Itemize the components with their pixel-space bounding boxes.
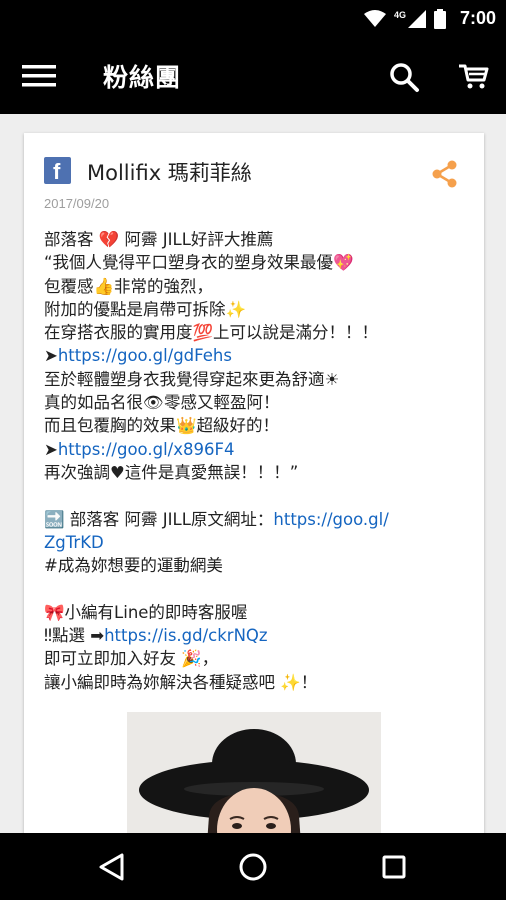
post-line: 真的如品名很👁零感又輕盈阿！ <box>44 393 280 413</box>
app-toolbar: 粉絲團 <box>0 37 506 114</box>
post-line: 再次強調♥這件是真愛無誤！！！” <box>44 462 299 482</box>
post-line: 🎀小編有Line的即時客服喔 <box>44 602 248 622</box>
clock: 7:00 <box>459 8 496 28</box>
post-line: 而且包覆胸的效果👑超級好的！ <box>44 416 280 436</box>
post-line: #成為妳想要的運動網美 <box>44 556 223 576</box>
facebook-icon: f <box>44 157 71 184</box>
post-link[interactable]: https://goo.gl/x896F4 <box>58 440 235 459</box>
post-link[interactable]: ZgTrKD <box>44 533 104 552</box>
post-line: 讓小編即時為妳解決各種疑惑吧 ✨！ <box>44 672 318 692</box>
search-icon[interactable] <box>388 61 420 93</box>
post-link-line: ‼點選 ➡https://is.gd/ckrNQz <box>44 626 268 646</box>
post-link[interactable]: https://goo.gl/ <box>273 510 388 529</box>
post-link-line: 🔜 部落客 阿霽 JILL原文網址：https://goo.gl/ <box>44 509 389 529</box>
post-line: 至於輕體塑身衣我覺得穿起來更為舒適☀ <box>44 369 340 389</box>
network-type-label: 4G <box>393 9 406 20</box>
post-link-line: ➤https://goo.gl/gdFehs <box>44 346 232 366</box>
post-link[interactable]: https://is.gd/ckrNQz <box>104 626 267 645</box>
post-line: 即可立即加入好友 🎉， <box>44 649 219 669</box>
page-name: Mollifix 瑪莉菲絲 <box>87 161 252 185</box>
cell-signal-icon <box>407 9 426 28</box>
wifi-icon <box>363 9 386 27</box>
status-bar: 4G 7:00 <box>0 0 506 37</box>
post-line: 部落客 💔 阿霽 JILL好評大推薦 <box>44 230 274 249</box>
page-title: 粉絲團 <box>103 63 182 92</box>
share-icon[interactable] <box>430 159 460 189</box>
post-line: 包覆感👍非常的強烈， <box>44 276 214 296</box>
post-text: 部落客 💔 阿霽 JILL好評大推薦 “我個人覺得平口塑身衣的塑身效果最優💖 包… <box>44 228 474 694</box>
battery-icon <box>433 8 446 29</box>
back-triangle-icon[interactable] <box>95 850 129 884</box>
post-card: f Mollifix 瑪莉菲絲 2017/09/20 部落客 💔 阿霽 JILL… <box>24 133 484 863</box>
post-date: 2017/09/20 <box>44 196 110 211</box>
post-link-line: ZgTrKD <box>44 531 474 554</box>
system-nav-bar <box>0 833 506 900</box>
hamburger-menu-icon[interactable] <box>22 61 56 91</box>
post-line: “我個人覺得平口塑身衣的塑身效果最優💖 <box>44 253 354 273</box>
post-link[interactable]: https://goo.gl/gdFehs <box>58 346 232 365</box>
post-link-line: ➤https://goo.gl/x896F4 <box>44 439 235 459</box>
post-line: 在穿搭衣服的實用度💯上可以說是滿分！！！ <box>44 323 379 343</box>
shopping-cart-icon[interactable] <box>455 60 491 92</box>
home-circle-icon[interactable] <box>236 850 270 884</box>
recents-square-icon[interactable] <box>377 850 411 884</box>
post-line: 附加的優點是肩帶可拆除✨ <box>44 299 247 319</box>
